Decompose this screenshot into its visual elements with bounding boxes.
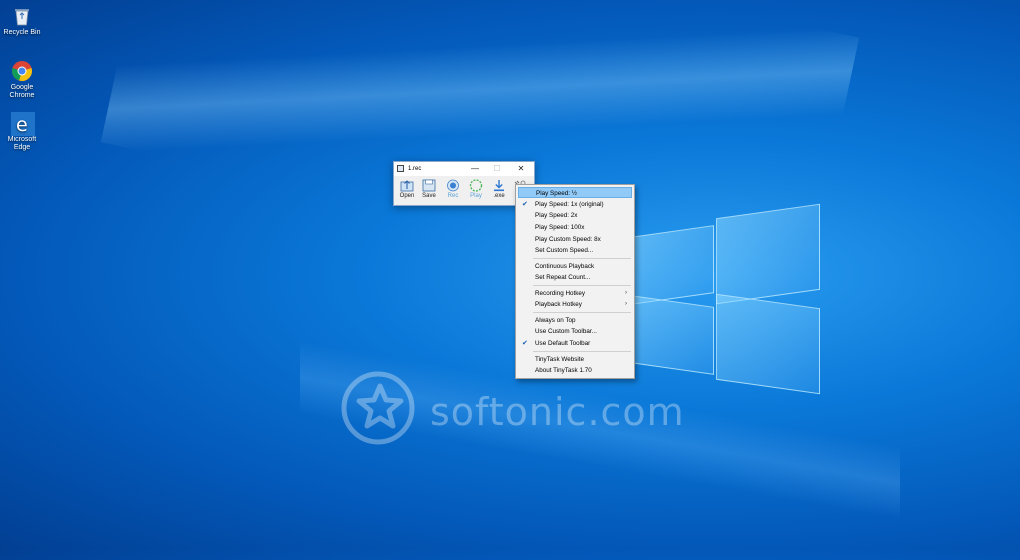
menu-item-play-speed-1x[interactable]: ✔ Play Speed: 1x (original)	[518, 199, 632, 210]
menu-item-label: Play Speed: ½	[536, 190, 577, 197]
window-title: 1.rec	[408, 166, 422, 172]
save-button[interactable]: Save	[418, 178, 440, 204]
open-label: Open	[399, 193, 415, 199]
record-icon	[446, 179, 460, 192]
edge-icon: e	[11, 112, 35, 136]
menu-item-label: Recording Hotkey	[535, 290, 586, 297]
menu-item-label: About TinyTask 1.70	[535, 367, 592, 374]
exe-label: .exe	[493, 193, 505, 199]
watermark-text: softonic.com	[430, 390, 685, 434]
tinytask-window: 1.rec — ☐ ✕ Open Save Rec Play .exe	[393, 161, 535, 206]
menu-item-use-default-toolbar[interactable]: ✔ Use Default Toolbar	[518, 338, 632, 349]
open-icon	[400, 179, 414, 192]
menu-item-label: Use Default Toolbar	[535, 340, 591, 347]
menu-item-label: Use Custom Toolbar...	[535, 328, 597, 335]
softonic-watermark: softonic.com	[340, 368, 684, 453]
menu-item-label: Play Speed: 2x	[535, 212, 578, 219]
menu-item-label: Set Repeat Count...	[535, 274, 591, 281]
menu-separator	[533, 351, 631, 352]
windows-logo-pane-br	[716, 293, 820, 395]
minimize-button[interactable]: —	[464, 162, 486, 176]
menu-item-recording-hotkey[interactable]: Recording Hotkey ›	[518, 288, 632, 299]
windows-logo-pane-tr	[716, 203, 820, 305]
windows-logo	[630, 203, 820, 395]
menu-item-about-tinytask[interactable]: About TinyTask 1.70	[518, 365, 632, 376]
maximize-button[interactable]: ☐	[486, 162, 508, 176]
menu-item-play-speed-2x[interactable]: Play Speed: 2x	[518, 210, 632, 221]
svg-text:e: e	[16, 114, 28, 136]
menu-item-label: Always on Top	[535, 317, 576, 324]
play-icon	[469, 179, 483, 192]
desktop-icon-label: Google Chrome	[9, 84, 35, 99]
menu-item-label: TinyTask Website	[535, 356, 584, 363]
menu-item-playback-hotkey[interactable]: Playback Hotkey ›	[518, 299, 632, 310]
app-icon	[397, 165, 404, 172]
recycle-bin-icon	[11, 5, 33, 27]
submenu-arrow-icon: ›	[625, 301, 627, 307]
preferences-menu: Play Speed: ½ ✔ Play Speed: 1x (original…	[515, 184, 635, 379]
windows-logo-pane-bl	[630, 295, 714, 375]
menu-item-play-speed-100x[interactable]: Play Speed: 100x	[518, 222, 632, 233]
menu-item-label: Playback Hotkey	[535, 301, 582, 308]
menu-item-use-custom-toolbar[interactable]: Use Custom Toolbar...	[518, 326, 632, 337]
close-button[interactable]: ✕	[510, 162, 532, 176]
menu-item-label: Set Custom Speed...	[535, 247, 594, 254]
menu-item-play-speed-half[interactable]: Play Speed: ½	[518, 187, 632, 198]
menu-item-set-custom-speed[interactable]: Set Custom Speed...	[518, 245, 632, 256]
download-icon	[492, 179, 506, 192]
softonic-logo-icon	[341, 371, 415, 445]
check-icon: ✔	[522, 201, 528, 208]
windows-logo-pane-tl	[630, 225, 714, 305]
play-button[interactable]: Play	[465, 178, 487, 204]
desktop-icon-label: Microsoft Edge	[7, 136, 37, 151]
desktop-icon-recycle-bin[interactable]: Recycle Bin	[0, 5, 44, 37]
menu-item-always-on-top[interactable]: Always on Top	[518, 315, 632, 326]
desktop-icon-google-chrome[interactable]: Google Chrome	[0, 60, 44, 100]
menu-item-label: Play Speed: 1x (original)	[535, 201, 604, 208]
title-bar[interactable]: 1.rec — ☐ ✕	[394, 162, 534, 176]
menu-separator	[533, 312, 631, 313]
menu-item-label: Play Speed: 100x	[535, 224, 585, 231]
desktop-icon-label: Recycle Bin	[3, 29, 41, 36]
save-icon	[422, 179, 436, 192]
menu-separator	[533, 285, 631, 286]
menu-item-play-custom-speed[interactable]: Play Custom Speed: 8x	[518, 234, 632, 245]
toolbar: Open Save Rec Play .exe	[394, 177, 534, 204]
menu-item-label: Play Custom Speed: 8x	[535, 236, 601, 243]
play-label: Play	[470, 193, 482, 199]
rec-label: Rec	[447, 193, 459, 199]
chrome-icon	[11, 60, 33, 82]
menu-item-tinytask-website[interactable]: TinyTask Website	[518, 354, 632, 365]
exe-button[interactable]: .exe	[488, 178, 510, 204]
save-label: Save	[422, 193, 436, 199]
menu-item-continuous-playback[interactable]: Continuous Playback	[518, 261, 632, 272]
menu-item-set-repeat-count[interactable]: Set Repeat Count...	[518, 272, 632, 283]
check-icon: ✔	[522, 340, 528, 347]
desktop-icon-microsoft-edge[interactable]: e Microsoft Edge	[0, 112, 44, 152]
submenu-arrow-icon: ›	[625, 290, 627, 296]
rec-button[interactable]: Rec	[442, 178, 464, 204]
open-button[interactable]: Open	[396, 178, 418, 204]
menu-item-label: Continuous Playback	[535, 263, 595, 270]
menu-separator	[533, 258, 631, 259]
